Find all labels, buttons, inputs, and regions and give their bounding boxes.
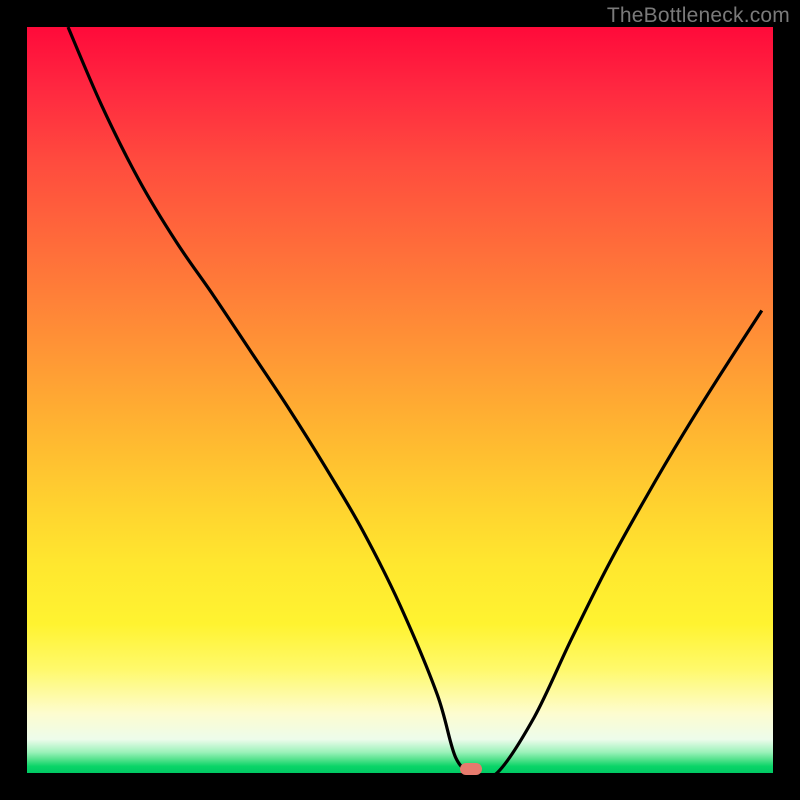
chart-frame: TheBottleneck.com [0, 0, 800, 800]
plot-area [27, 27, 773, 773]
watermark-text: TheBottleneck.com [607, 4, 790, 28]
bottleneck-curve [27, 27, 773, 773]
optimum-marker [460, 763, 482, 775]
